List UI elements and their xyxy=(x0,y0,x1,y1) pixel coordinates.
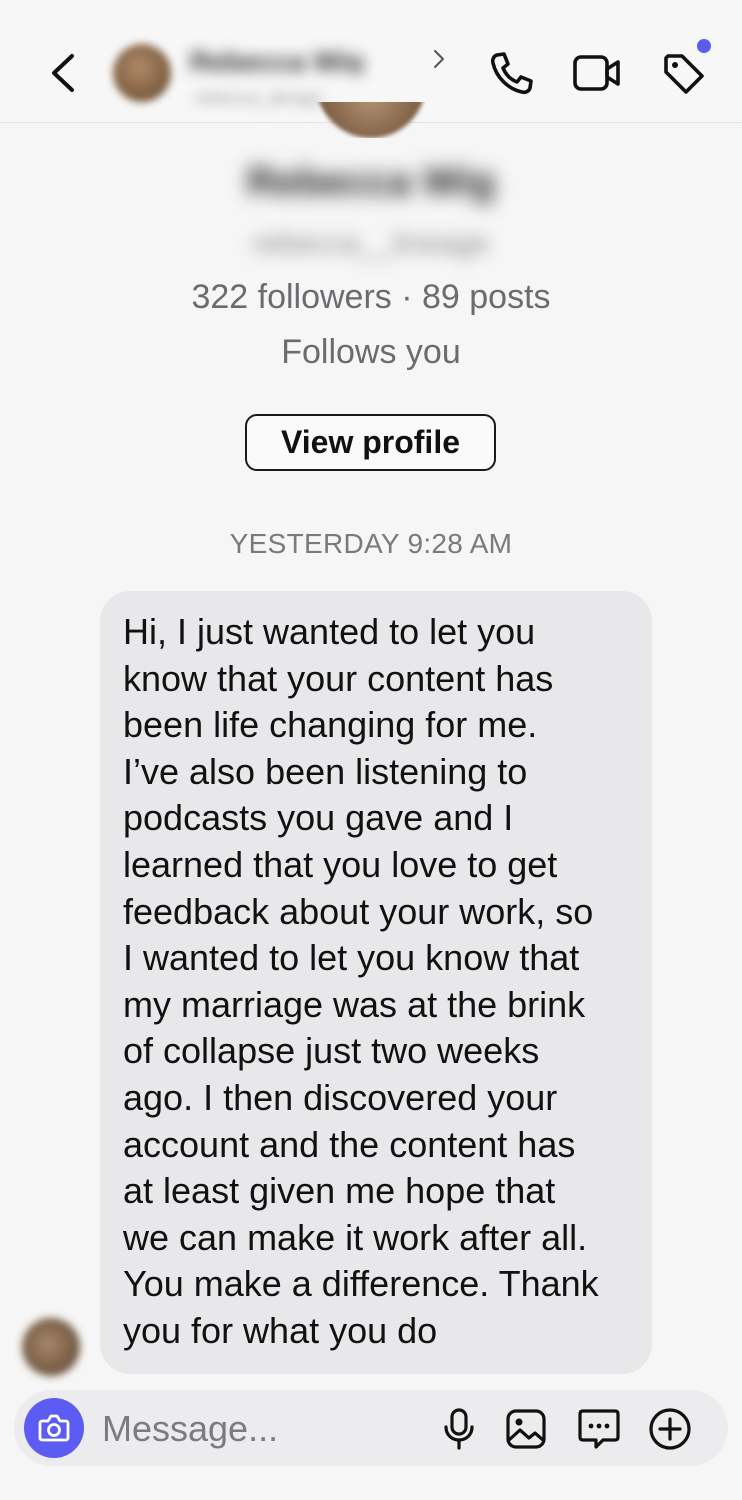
profile-handle: rebecca__lineage xyxy=(252,227,490,260)
chevron-left-icon[interactable] xyxy=(44,50,84,96)
notification-dot xyxy=(697,39,711,53)
header-avatar[interactable] xyxy=(113,44,171,102)
message-input[interactable] xyxy=(100,1398,434,1460)
message-text: Hi, I just wanted to let you know that y… xyxy=(123,611,599,1351)
tag-icon[interactable] xyxy=(660,50,708,98)
follows-you-label: Follows you xyxy=(281,333,461,371)
header-contact-name[interactable]: Rebecca Wig xyxy=(190,46,420,74)
image-icon[interactable] xyxy=(505,1408,547,1450)
message-timestamp: YESTERDAY 9:28 AM xyxy=(229,528,513,559)
plus-circle-icon[interactable] xyxy=(648,1407,692,1451)
profile-stats: 322 followers · 89 posts xyxy=(191,278,551,316)
profile-avatar[interactable] xyxy=(316,102,426,138)
message-bubble[interactable]: Hi, I just wanted to let you know that y… xyxy=(100,591,652,1374)
microphone-icon[interactable] xyxy=(441,1408,477,1450)
view-profile-button[interactable]: View profile xyxy=(245,414,496,471)
sender-avatar[interactable] xyxy=(22,1318,80,1376)
phone-icon[interactable] xyxy=(488,50,534,96)
camera-button[interactable] xyxy=(24,1398,84,1458)
message-composer xyxy=(14,1390,728,1466)
camera-icon xyxy=(38,1414,70,1442)
profile-name: Rebecca Wig xyxy=(246,160,496,204)
sticker-icon[interactable] xyxy=(577,1407,621,1451)
chevron-right-icon[interactable] xyxy=(431,48,447,70)
video-camera-icon[interactable] xyxy=(572,52,622,94)
